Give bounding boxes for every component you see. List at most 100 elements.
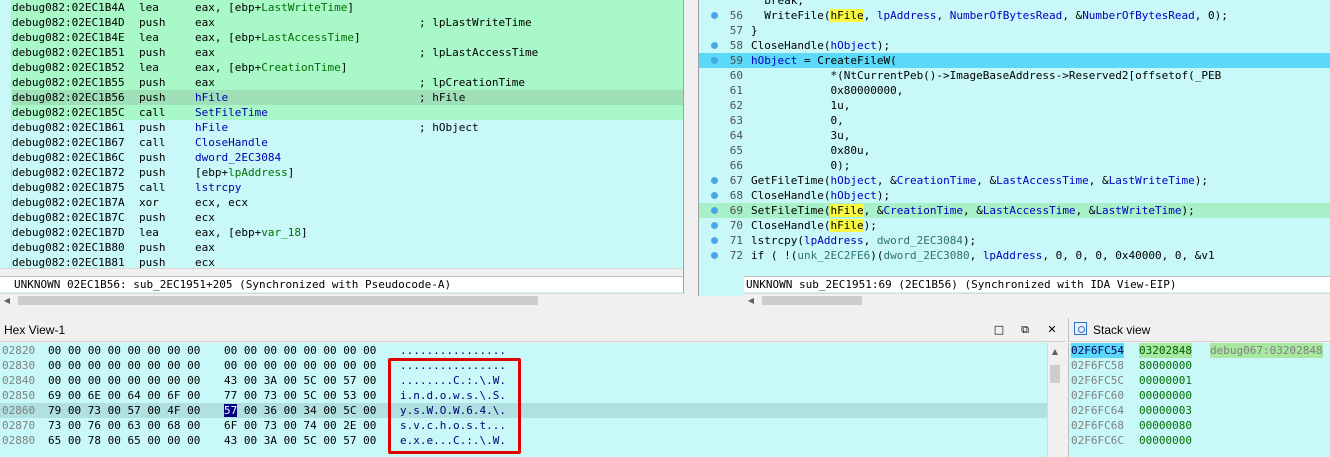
stack-value[interactable]: 00000001 — [1139, 373, 1192, 388]
pseudo-code[interactable]: hObject = CreateFileW( — [751, 53, 897, 68]
stack-view[interactable]: 02F6FC54 03202848 debug067:03202848 02F6FC5… — [1068, 343, 1330, 457]
pseudo-line[interactable]: 67 GetFileTime(hObject, &CreationTime, &L… — [699, 173, 1330, 188]
hex-line[interactable]: 02840 00 00 00 00 00 00 00 00 43 00 3A 00 … — [0, 373, 1047, 388]
breakpoint-dot-icon[interactable] — [711, 177, 718, 184]
hex-bytes-high[interactable]: 6F 00 73 00 74 00 2E 00 — [224, 418, 376, 433]
pseudo-code[interactable]: CloseHandle(hFile); — [751, 218, 877, 233]
disasm-line[interactable]: debug082:02EC1B7C push ecx — [12, 210, 683, 225]
hex-view[interactable]: 02820 00 00 00 00 00 00 00 00 00 00 00 00 … — [0, 343, 1047, 457]
pseudo-line[interactable]: 72 if ( !(unk_2EC2FE6)(dword_2EC3080, lpA… — [699, 248, 1330, 263]
pseudo-line[interactable]: 66 0); — [699, 158, 1330, 173]
disasm-line[interactable]: debug082:02EC1B56 push hFile ; hFile — [12, 90, 683, 105]
disasm-line[interactable]: debug082:02EC1B4D push eax ; lpLastWriteTim… — [12, 15, 683, 30]
pseudo-line[interactable]: 68 CloseHandle(hObject); — [699, 188, 1330, 203]
stack-line[interactable]: 02F6FC5C 00000001 — [1069, 373, 1330, 388]
pseudo-line[interactable]: 59 hObject = CreateFileW( — [699, 53, 1330, 68]
hex-bytes-low[interactable]: 00 00 00 00 00 00 00 00 — [48, 373, 200, 388]
disasm-line[interactable]: debug082:02EC1B6C push dword_2EC3084 — [12, 150, 683, 165]
stack-line[interactable]: 02F6FC68 00000080 — [1069, 418, 1330, 433]
breakpoint-dot-icon[interactable] — [711, 12, 718, 19]
disasm-line[interactable]: debug082:02EC1B67 call CloseHandle — [12, 135, 683, 150]
scroll-left-icon[interactable]: ◀ — [0, 294, 14, 307]
scroll-up-icon[interactable]: ▲ — [1048, 345, 1062, 359]
restore-icon[interactable]: ⧉ — [1018, 323, 1032, 337]
disasm-operand[interactable]: eax, [ebp+LastAccessTime] — [195, 30, 361, 45]
breakpoint-dot-icon[interactable] — [711, 42, 718, 49]
disasm-address[interactable]: debug082:02EC1B5C — [12, 106, 125, 119]
stack-line[interactable]: 02F6FC54 03202848 debug067:03202848 — [1069, 343, 1330, 358]
hex-bytes-high[interactable]: 77 00 73 00 5C 00 53 00 — [224, 388, 376, 403]
hex-line[interactable]: 02870 73 00 76 00 63 00 68 00 6F 00 73 00 … — [0, 418, 1047, 433]
stack-line[interactable]: 02F6FC58 80000000 — [1069, 358, 1330, 373]
disasm-address[interactable]: debug082:02EC1B51 — [12, 46, 125, 59]
breakpoint-dot-icon[interactable] — [711, 57, 718, 64]
hex-bytes-high[interactable]: 57 00 36 00 34 00 5C 00 — [224, 403, 376, 418]
disasm-line[interactable]: debug082:02EC1B61 push hFile ; hObject — [12, 120, 683, 135]
disasm-operand[interactable]: ecx, ecx — [195, 195, 248, 210]
disasm-operand[interactable]: eax — [195, 15, 215, 30]
disasm-line[interactable]: debug082:02EC1B5C call SetFileTime — [12, 105, 683, 120]
hex-line[interactable]: 02860 79 00 73 00 57 00 4F 00 57 00 36 00 … — [0, 403, 1047, 418]
disasm-operand[interactable]: eax, [ebp+CreationTime] — [195, 60, 347, 75]
stack-address[interactable]: 02F6FC64 — [1071, 403, 1124, 418]
pseudo-code[interactable]: lstrcpy(lpAddress, dword_2EC3084); — [751, 233, 976, 248]
pseudo-code[interactable]: 0x80000000, — [751, 83, 903, 98]
pseudo-code[interactable]: 0); — [751, 158, 850, 173]
disasm-address[interactable]: debug082:02EC1B7C — [12, 211, 125, 224]
disasm-address[interactable]: debug082:02EC1B67 — [12, 136, 125, 149]
disasm-address[interactable]: debug082:02EC1B56 — [12, 91, 125, 104]
stack-address[interactable]: 02F6FC5C — [1071, 373, 1124, 388]
pseudo-code[interactable]: WriteFile(hFile, lpAddress, NumberOfByte… — [751, 8, 1228, 23]
stack-address[interactable]: 02F6FC60 — [1071, 388, 1124, 403]
disasm-address[interactable]: debug082:02EC1B75 — [12, 181, 125, 194]
hex-vscroll-thumb[interactable] — [1050, 365, 1060, 383]
pseudo-line[interactable]: break; — [699, 0, 1330, 8]
breakpoint-dot-icon[interactable] — [711, 222, 718, 229]
pseudo-line[interactable]: 64 3u, — [699, 128, 1330, 143]
pseudo-line[interactable]: 69 SetFileTime(hFile, &CreationTime, &Las… — [699, 203, 1330, 218]
pseudo-code[interactable]: break; — [751, 0, 804, 8]
disasm-operand[interactable]: dword_2EC3084 — [195, 150, 281, 165]
pseudo-line[interactable]: 65 0x80u, — [699, 143, 1330, 158]
pseudo-code[interactable]: SetFileTime(hFile, &CreationTime, &LastA… — [751, 203, 1195, 218]
pseudo-line[interactable]: 61 0x80000000, — [699, 83, 1330, 98]
disasm-operand[interactable]: ecx — [195, 210, 215, 225]
stack-address[interactable]: 02F6FC54 — [1071, 343, 1124, 358]
pseudo-code[interactable]: *(NtCurrentPeb()->ImageBaseAddress->Rese… — [751, 68, 1221, 83]
disasm-address[interactable]: debug082:02EC1B7A — [12, 196, 125, 209]
hex-line[interactable]: 02880 65 00 78 00 65 00 00 00 43 00 3A 00 … — [0, 433, 1047, 448]
disasm-hscrollbar-bottom[interactable]: ◀ — [0, 293, 684, 307]
selected-byte[interactable]: 57 — [224, 404, 238, 417]
hex-bytes-high[interactable]: 00 00 00 00 00 00 00 00 — [224, 358, 376, 373]
breakpoint-dot-icon[interactable] — [711, 237, 718, 244]
pseudo-code[interactable]: 0x80u, — [751, 143, 870, 158]
scroll-left-icon[interactable]: ◀ — [744, 294, 758, 307]
hex-bytes-low[interactable]: 65 00 78 00 65 00 00 00 — [48, 433, 200, 448]
disasm-address[interactable]: debug082:02EC1B61 — [12, 121, 125, 134]
disasm-hscroll-thumb[interactable] — [18, 296, 538, 305]
pseudo-line[interactable]: 57} — [699, 23, 1330, 38]
stack-value[interactable]: 00000000 — [1139, 388, 1192, 403]
disasm-operand[interactable]: SetFileTime — [195, 105, 268, 120]
hex-bytes-low[interactable]: 73 00 76 00 63 00 68 00 — [48, 418, 200, 433]
vertical-splitter[interactable] — [684, 0, 698, 310]
disasm-operand[interactable]: eax — [195, 45, 215, 60]
pseudo-line[interactable]: 62 1u, — [699, 98, 1330, 113]
pseudo-line[interactable]: 58 CloseHandle(hObject); — [699, 38, 1330, 53]
disasm-address[interactable]: debug082:02EC1B4D — [12, 16, 125, 29]
breakpoint-dot-icon[interactable] — [711, 192, 718, 199]
close-icon[interactable]: ✕ — [1045, 323, 1059, 337]
pseudo-hscrollbar-bottom[interactable]: ◀ — [744, 293, 1330, 307]
pseudocode-view[interactable]: break; 56 WriteFile(hFile, lpAddress, Num… — [698, 0, 1330, 296]
disasm-operand[interactable]: eax, [ebp+var_18] — [195, 225, 308, 240]
pseudo-line[interactable]: 70 CloseHandle(hFile); — [699, 218, 1330, 233]
disasm-operand[interactable]: eax — [195, 75, 215, 90]
disasm-address[interactable]: debug082:02EC1B4A — [12, 1, 125, 14]
disasm-address[interactable]: debug082:02EC1B80 — [12, 241, 125, 254]
disasm-operand[interactable]: [ebp+lpAddress] — [195, 165, 294, 180]
disasm-line[interactable]: debug082:02EC1B75 call lstrcpy — [12, 180, 683, 195]
hex-bytes-high[interactable]: 00 00 00 00 00 00 00 00 — [224, 343, 376, 358]
stack-line[interactable]: 02F6FC6C 00000000 — [1069, 433, 1330, 448]
disasm-line[interactable]: debug082:02EC1B55 push eax ; lpCreationTime — [12, 75, 683, 90]
disasm-address[interactable]: debug082:02EC1B6C — [12, 151, 125, 164]
